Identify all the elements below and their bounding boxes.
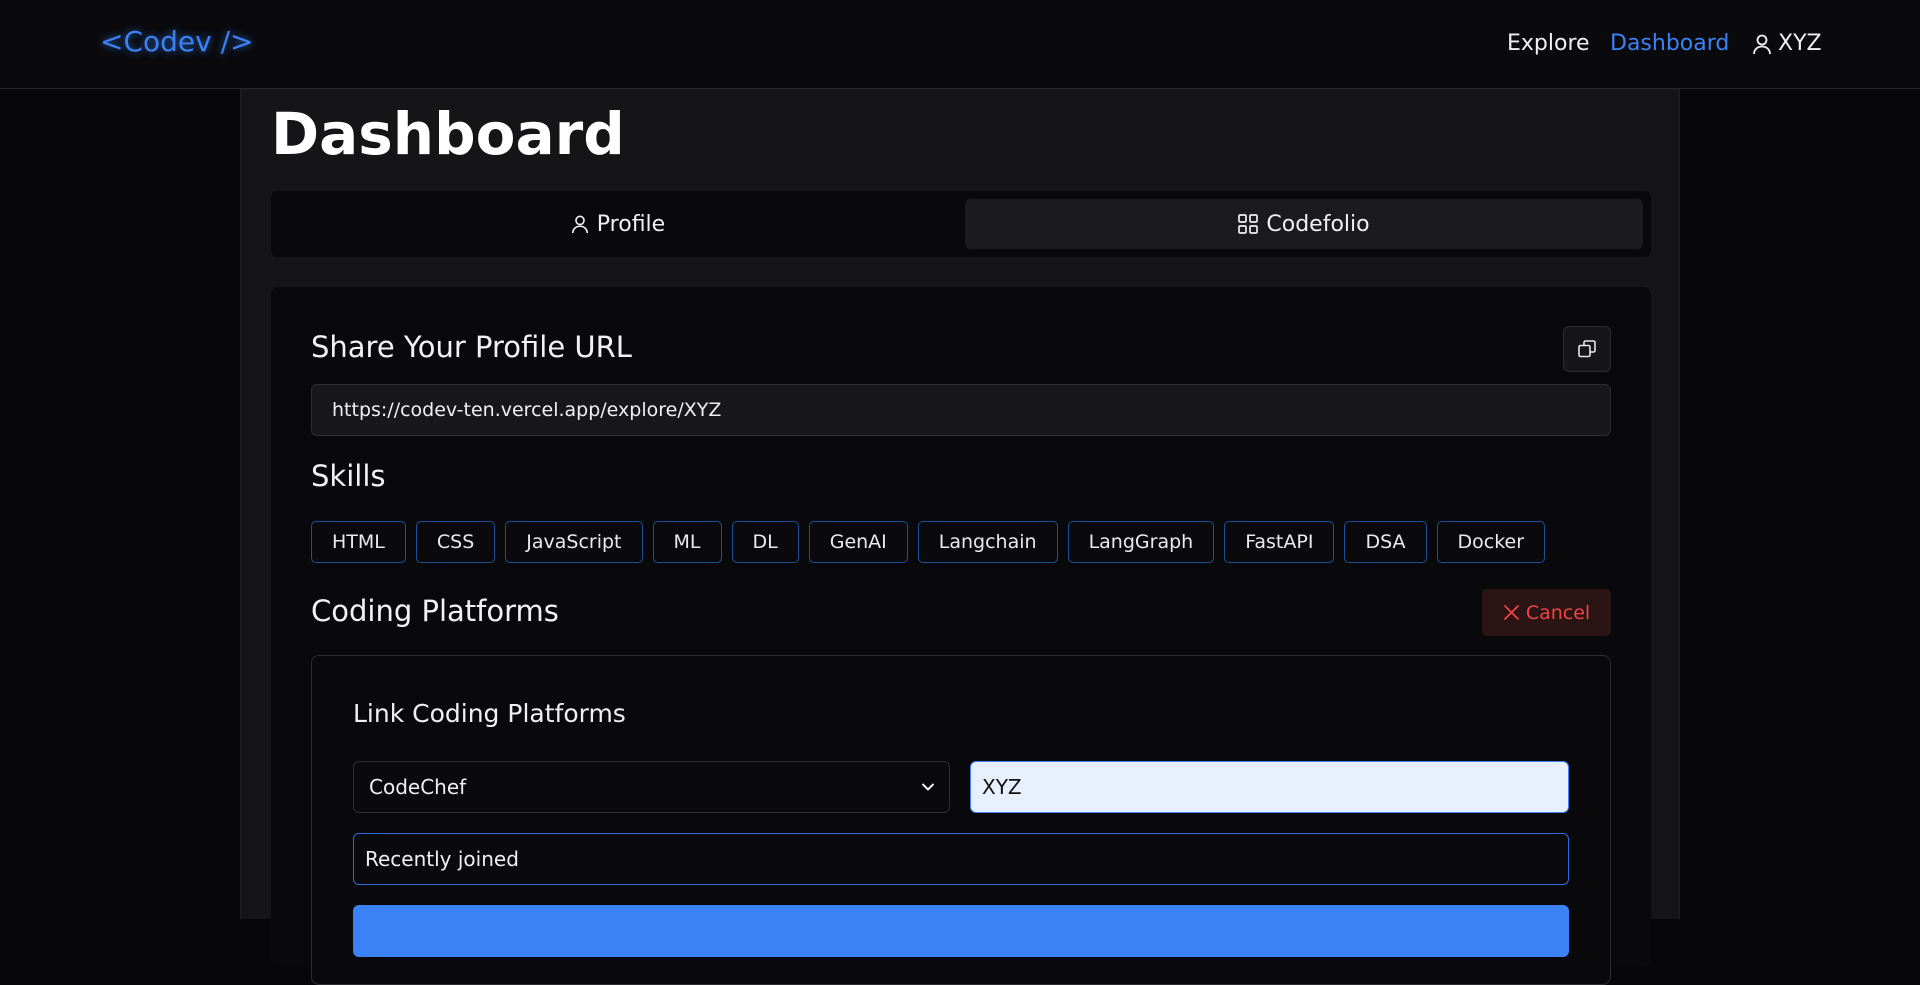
tab-profile-label: Profile: [596, 211, 666, 237]
tab-bar: Profile Codefolio: [271, 191, 1651, 257]
platform-username-input[interactable]: XYZ: [970, 761, 1569, 813]
skill-chip: HTML: [311, 521, 406, 563]
nav-explore-link[interactable]: Explore: [1507, 31, 1590, 56]
cancel-button-label: Cancel: [1525, 601, 1591, 624]
link-platforms-form: Link Coding Platforms CodeChef XYZ Recen…: [311, 655, 1611, 985]
profile-url-field[interactable]: https://codev-ten.vercel.app/explore/XYZ: [311, 384, 1611, 436]
grid-icon: [1238, 214, 1259, 234]
cancel-button[interactable]: Cancel: [1482, 589, 1611, 636]
platform-status-input[interactable]: Recently joined: [353, 833, 1569, 885]
main-content: Dashboard Profile Codefolio Share Your P…: [240, 89, 1680, 985]
user-icon: [571, 214, 589, 234]
skill-chip: CSS: [415, 521, 496, 563]
link-platform-submit-button[interactable]: [353, 905, 1569, 957]
skill-chip: LangGraph: [1067, 521, 1215, 563]
copy-icon: [1577, 339, 1597, 359]
logo[interactable]: <Codev />: [100, 25, 254, 58]
nav-user-menu[interactable]: XYZ: [1752, 31, 1822, 56]
user-icon: [1752, 33, 1772, 55]
page-title: Dashboard: [271, 100, 625, 168]
skill-chip: FastAPI: [1224, 521, 1335, 563]
nav-dashboard-link[interactable]: Dashboard: [1610, 31, 1729, 56]
link-platforms-heading: Link Coding Platforms: [353, 699, 626, 728]
tab-codefolio-label: Codefolio: [1266, 211, 1370, 237]
nav-username: XYZ: [1778, 31, 1822, 56]
skill-chip: Langchain: [917, 521, 1058, 563]
skill-chip: ML: [652, 521, 722, 563]
close-icon: [1503, 604, 1520, 621]
codefolio-card: Share Your Profile URL https://codev-ten…: [271, 287, 1651, 985]
tab-codefolio[interactable]: Codefolio: [965, 199, 1643, 249]
platform-select[interactable]: CodeChef: [353, 761, 950, 813]
skills-list: HTML CSS JavaScript ML DL GenAI Langchai…: [311, 521, 1546, 563]
tab-profile[interactable]: Profile: [279, 199, 957, 249]
skill-chip: GenAI: [808, 521, 908, 563]
skill-chip: JavaScript: [505, 521, 643, 563]
share-profile-heading: Share Your Profile URL: [311, 330, 632, 364]
skills-heading: Skills: [311, 459, 386, 493]
skill-chip: DL: [731, 521, 799, 563]
copy-url-button[interactable]: [1563, 326, 1611, 372]
coding-platforms-heading: Coding Platforms: [311, 594, 559, 628]
platform-select-value: CodeChef: [369, 775, 467, 799]
skill-chip: Docker: [1436, 521, 1546, 563]
chevron-down-icon: [921, 782, 935, 792]
navbar: <Codev /> Explore Dashboard XYZ: [0, 0, 1920, 89]
skill-chip: DSA: [1344, 521, 1427, 563]
